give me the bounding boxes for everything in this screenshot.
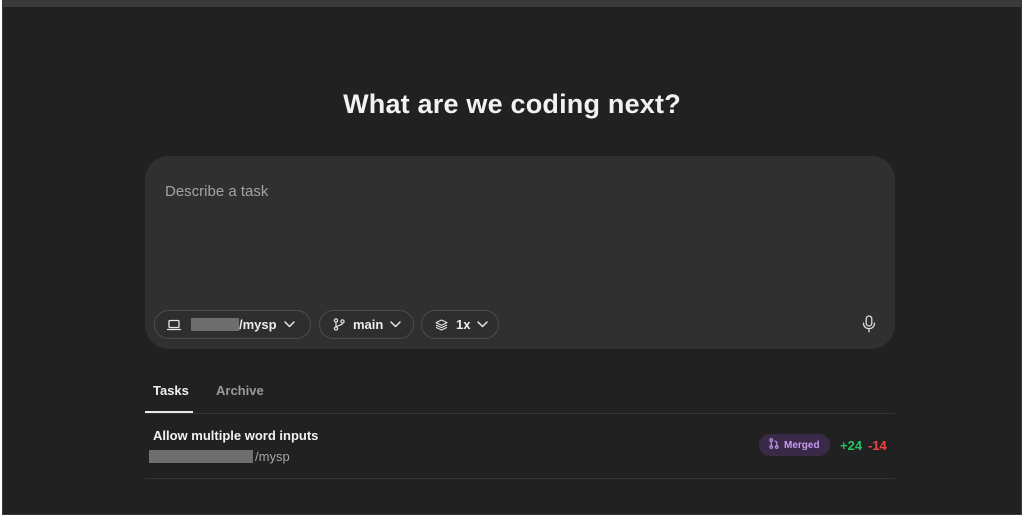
task-tabs: Tasks Archive (145, 373, 895, 414)
repo-label: /mysp (239, 317, 277, 332)
task-repo: /mysp (149, 449, 290, 464)
chevron-down-icon (390, 321, 402, 328)
git-merge-icon (769, 438, 779, 452)
app-window: What are we coding next? /mysp (2, 0, 1022, 515)
chevron-down-icon (283, 321, 295, 328)
page-title: What are we coding next? (343, 89, 681, 119)
layers-icon (435, 318, 448, 331)
branch-label: main (353, 317, 384, 332)
task-title: Allow multiple word inputs (153, 428, 319, 443)
attempts-selector[interactable]: 1x (421, 310, 499, 339)
repo-selector[interactable]: /mysp (154, 310, 311, 339)
deletions-count: -14 (868, 438, 887, 453)
attempts-label: 1x (456, 317, 471, 332)
top-bar (3, 1, 1021, 7)
tab-tasks[interactable]: Tasks (153, 383, 189, 398)
active-tab-indicator (145, 411, 193, 413)
task-repo-label: /mysp (255, 449, 290, 464)
microphone-icon[interactable] (857, 312, 881, 336)
tab-archive[interactable]: Archive (216, 383, 264, 398)
redacted-owner (149, 450, 253, 463)
task-row[interactable]: Allow multiple word inputs /mysp Merged … (145, 414, 895, 479)
chevron-down-icon (477, 321, 489, 328)
status-label: Merged (784, 439, 820, 451)
task-input[interactable] (165, 176, 825, 206)
git-branch-icon (333, 318, 345, 331)
redacted-owner (191, 318, 239, 331)
laptop-icon (167, 319, 181, 331)
status-badge: Merged (759, 434, 830, 456)
task-composer: /mysp main (145, 156, 895, 349)
additions-count: +24 (840, 438, 863, 453)
branch-selector[interactable]: main (319, 310, 414, 339)
